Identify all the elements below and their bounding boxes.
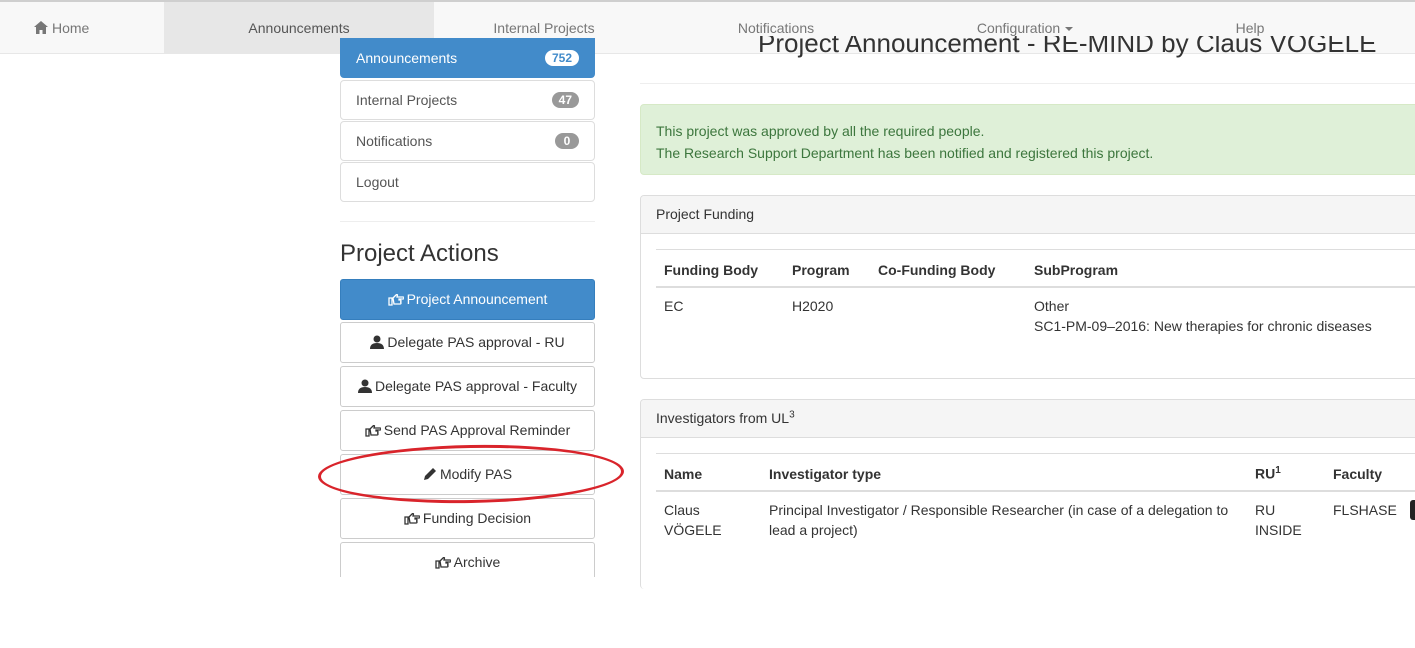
footnote-mark: 1 xyxy=(1275,465,1281,477)
panel-heading: Investigators from UL3 xyxy=(641,400,1415,438)
sidebar-item-label: Internal Projects xyxy=(356,92,458,108)
approval-alert: This project was approved by all the req… xyxy=(640,104,1415,175)
alert-line-1: This project was approved by all the req… xyxy=(656,123,985,139)
table-row: Claus VÖGELE Principal Investigator / Re… xyxy=(656,490,1415,548)
name-line-1: Claus xyxy=(664,502,700,518)
investigator-type-cell: Principal Investigator / Responsible Res… xyxy=(761,490,1247,548)
investigators-table: Name Investigator type RU1 Faculty Claus… xyxy=(656,453,1415,548)
panel-title: Investigators from UL xyxy=(656,410,790,426)
type-line-2: lead a project) xyxy=(769,522,858,538)
button-label: Delegate PAS approval - RU xyxy=(387,334,565,350)
nav-help-label: Help xyxy=(1235,20,1265,36)
count-badge: 0 xyxy=(555,133,579,149)
count-badge: 752 xyxy=(544,50,579,66)
nav-home[interactable]: Home xyxy=(34,2,94,54)
hand-point-icon xyxy=(365,411,382,450)
project-actions-title: Project Actions xyxy=(340,240,499,267)
funding-table: Funding Body Program Co-Funding Body Sub… xyxy=(656,249,1415,344)
investigators-panel: Investigators from UL3 Name Investigator… xyxy=(640,399,1415,589)
nav-home-label: Home xyxy=(52,20,90,36)
ru-line-1: RU xyxy=(1255,502,1276,518)
user-icon xyxy=(370,323,385,362)
page-title: Project Announcement - RE-MIND by Claus … xyxy=(758,36,1377,58)
button-label: Archive xyxy=(453,554,501,570)
program-cell: H2020 xyxy=(784,286,870,344)
button-label: Send PAS Approval Reminder xyxy=(383,422,571,438)
name-line-2: VÖGELE xyxy=(664,522,722,538)
co-funding-cell xyxy=(870,286,1026,344)
subprogram-cell: Other SC1-PM-09–2016: New therapies for … xyxy=(1026,286,1415,344)
delegate-ru-button[interactable]: Delegate PAS approval - RU xyxy=(340,322,595,363)
table-header-row: Name Investigator type RU1 Faculty xyxy=(656,453,1415,492)
nav-internal-projects-label: Internal Projects xyxy=(493,20,595,36)
name-cell: Claus VÖGELE xyxy=(656,490,761,548)
button-label: Delegate PAS approval - Faculty xyxy=(374,378,578,394)
footnote-mark: 3 xyxy=(789,409,795,421)
column-header: Name xyxy=(656,453,761,492)
chevron-down-icon xyxy=(1065,27,1074,32)
table-header-row: Funding Body Program Co-Funding Body Sub… xyxy=(656,249,1415,288)
sidebar-item-label: Announcements xyxy=(356,50,458,66)
button-label: Project Announcement xyxy=(406,291,548,307)
column-header: SubProgram xyxy=(1026,249,1415,288)
ru-cell: RU INSIDE xyxy=(1247,490,1325,548)
column-header: Funding Body xyxy=(656,249,784,288)
nav-announcements-label: Announcements xyxy=(248,20,350,36)
column-header: Program xyxy=(784,249,870,288)
column-header: RU1 xyxy=(1247,453,1325,492)
panel-heading: Project Funding xyxy=(641,196,1415,234)
type-line-1: Principal Investigator / Responsible Res… xyxy=(769,502,1229,518)
nav-configuration-label: Configuration xyxy=(976,20,1061,36)
sidebar-item-notifications[interactable]: Notifications 0 xyxy=(340,121,595,161)
subprogram-line-1: Other xyxy=(1034,298,1070,314)
sidebar-item-logout[interactable]: Logout xyxy=(340,162,595,202)
nav-notifications-label: Notifications xyxy=(737,20,815,36)
sidebar-item-internal-projects[interactable]: Internal Projects 47 xyxy=(340,80,595,120)
funding-body-cell: EC xyxy=(656,286,784,344)
row-action-button[interactable] xyxy=(1410,500,1415,520)
delegate-faculty-button[interactable]: Delegate PAS approval - Faculty xyxy=(340,366,595,407)
faculty-cell: FLSHASE xyxy=(1325,490,1415,548)
count-badge: 47 xyxy=(551,92,579,108)
project-announcement-button[interactable]: Project Announcement xyxy=(340,279,595,320)
hand-point-icon xyxy=(387,280,405,319)
pencil-icon xyxy=(423,455,437,494)
funding-decision-button[interactable]: Funding Decision xyxy=(340,498,595,539)
project-funding-panel: Project Funding Funding Body Program Co-… xyxy=(640,195,1415,379)
modify-pas-button[interactable]: Modify PAS xyxy=(340,454,595,495)
sidebar-divider xyxy=(340,221,595,222)
table-row: EC H2020 Other SC1-PM-09–2016: New thera… xyxy=(656,286,1415,344)
ru-line-2: INSIDE xyxy=(1255,522,1302,538)
archive-button[interactable]: Archive xyxy=(340,542,595,577)
sidebar-item-announcements[interactable]: Announcements 752 xyxy=(340,38,595,78)
hand-point-icon xyxy=(404,499,421,538)
subprogram-line-2: SC1-PM-09–2016: New therapies for chroni… xyxy=(1034,318,1372,334)
send-reminder-button[interactable]: Send PAS Approval Reminder xyxy=(340,410,595,451)
button-label: Modify PAS xyxy=(439,466,513,482)
sidebar-item-label: Notifications xyxy=(356,133,433,149)
alert-line-2: The Research Support Department has been… xyxy=(656,145,1154,161)
hand-point-icon xyxy=(435,543,452,582)
column-header: Investigator type xyxy=(761,453,1247,492)
page-heading: Project Announcement - RE-MIND by Claus … xyxy=(640,36,1415,84)
sidebar-item-label: Logout xyxy=(356,174,399,190)
ru-header-label: RU xyxy=(1255,466,1276,482)
button-label: Funding Decision xyxy=(422,510,532,526)
home-icon xyxy=(34,3,48,55)
column-header: Faculty xyxy=(1325,453,1415,492)
column-header: Co-Funding Body xyxy=(870,249,1026,288)
user-icon xyxy=(357,367,372,406)
